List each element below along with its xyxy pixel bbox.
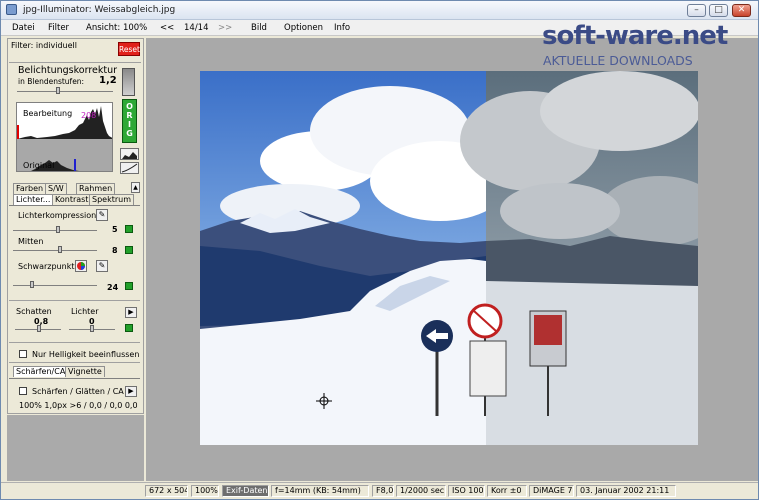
lichterkompression-value: 5 [112,225,118,234]
schwarzpunkt-value: 24 [107,283,119,292]
status-date: 03. Januar 2002 21:11 [576,485,676,497]
reset-button[interactable]: Reset [118,42,140,56]
divider [9,62,141,63]
eyedropper-icon[interactable]: ✎ [96,209,108,221]
schatten-label: Schatten [16,307,52,316]
helligkeit-checkbox-label: Nur Helligkeit beeinflussen [32,350,140,359]
schaerfen-params: 100% 1,0px >6 / 0,0 / 0,0 0,0 [19,401,138,410]
lichterkompression-apply-button[interactable] [125,225,133,233]
orig-letter-g: G [126,129,133,138]
schwarzpunkt-label: Schwarzpunkt [18,262,75,271]
lichter-slider-thumb[interactable] [90,325,94,332]
schwarzpunkt-eyedropper-icon[interactable]: ✎ [96,260,108,272]
maximize-button[interactable]: □ [709,4,728,17]
photo-mountain-scene [200,71,698,445]
tab-schaerfen-ca[interactable]: Schärfen/CA [13,366,69,377]
lichterkompression-slider-track[interactable] [13,230,97,231]
helligkeit-checkbox[interactable] [19,350,27,358]
histogram-label-top: Bearbeitung [23,109,73,118]
orig-letter-i: I [128,120,131,129]
orig-toggle-button[interactable]: O R I G [122,99,137,143]
lichter-label: Lichter [71,307,99,316]
close-button[interactable]: ✕ [732,4,751,17]
orig-letter-r: R [126,111,133,120]
app-icon [6,4,17,15]
photo-preview[interactable] [200,71,698,445]
menu-filter[interactable]: Filter [48,23,69,33]
status-zoom: 100% [191,485,219,497]
expand-arrow-icon[interactable]: ▶ [125,307,137,318]
menu-bild[interactable]: Bild [251,23,267,33]
exposure-preview-icon [122,68,135,96]
menu-ansicht[interactable]: Ansicht: 100% [86,23,147,33]
tab-underline [9,378,140,379]
tab-lichter[interactable]: Lichter... [13,194,54,205]
menu-optionen[interactable]: Optionen [284,23,323,33]
status-camera: DiMAGE 7i [529,485,574,497]
tab-farben[interactable]: Farben [13,183,47,194]
histogram-bars-icon[interactable] [120,148,139,160]
tab-vignette[interactable]: Vignette [65,366,105,377]
exposure-slider-thumb[interactable] [56,87,60,94]
histogram-label-bottom: Original [23,161,55,170]
schwarzpunkt-slider-track[interactable] [13,285,97,286]
mitten-apply-button[interactable] [125,246,133,254]
status-korr: Korr ±0 [487,485,527,497]
status-shutter: 1/2000 sec [396,485,446,497]
status-aperture: F8,0 [372,485,394,497]
mitten-slider-track[interactable] [13,250,97,251]
image-counter: 14/14 [184,23,209,33]
status-iso: ISO 100 [448,485,485,497]
minimize-button[interactable]: – [687,4,706,17]
tab-rahmen[interactable]: Rahmen [76,183,116,194]
divider [9,300,140,301]
title-bar: jpg-Illuminator: Weissabgleich.jpg – □ ✕ [1,1,758,20]
status-bar: 672 x 504 100% Exif-Daten: f=14mm (KB: 5… [1,482,758,499]
app-window: jpg-Illuminator: Weissabgleich.jpg – □ ✕… [0,0,759,500]
watermark-brand: soft-ware.net [542,21,728,51]
status-focal: f=14mm (KB: 54mm) [271,485,369,497]
tab-spektrum[interactable]: Spektrum [89,194,134,205]
lichterkompression-slider-thumb[interactable] [56,226,60,233]
schwarzpunkt-slider-thumb[interactable] [30,281,34,288]
window-title: jpg-Illuminator: Weissabgleich.jpg [23,5,176,15]
mitten-value: 8 [112,246,118,255]
schwarzpunkt-apply-button[interactable] [125,282,133,290]
status-dimensions: 672 x 504 [145,485,188,497]
schatten-slider-thumb[interactable] [37,325,41,332]
watermark-tagline: AKTUELLE DOWNLOADS [543,53,693,68]
exposure-value: 1,2 [99,75,117,86]
divider [9,362,140,363]
tab-kontrast[interactable]: Kontrast [52,194,92,205]
panel-empty-area [7,415,144,481]
schatten-lichter-apply-button[interactable] [125,324,133,332]
mitten-label: Mitten [18,237,44,246]
schaerfen-checkbox-label: Schärfen / Glätten / CA [32,387,124,396]
menu-info[interactable]: Info [334,23,350,33]
menu-next[interactable]: >> [218,23,232,33]
lichterkompression-label: Lichterkompression [18,211,97,220]
orig-letter-o: O [126,102,133,111]
menu-previous[interactable]: << [160,23,174,33]
mitten-slider-thumb[interactable] [58,246,62,253]
exposure-slider-track[interactable] [17,91,113,92]
color-wheel-icon[interactable] [75,260,87,272]
menu-datei[interactable]: Datei [12,23,35,33]
filter-label: Filter: individuell [11,41,77,50]
status-exif-label[interactable]: Exif-Daten: [222,485,269,497]
exposure-subtitle: in Blendenstufen: [18,77,85,86]
schaerfen-expand-arrow-icon[interactable]: ▶ [125,386,137,397]
curve-icon[interactable] [120,162,139,174]
tab-sw[interactable]: S/W [45,183,67,194]
divider [9,342,140,343]
tab-underline [9,205,140,206]
histogram-peak-value: 208 [81,111,97,120]
tab-scroll-arrows-icon[interactable]: ▲ [131,182,140,193]
schaerfen-checkbox[interactable] [19,387,27,395]
